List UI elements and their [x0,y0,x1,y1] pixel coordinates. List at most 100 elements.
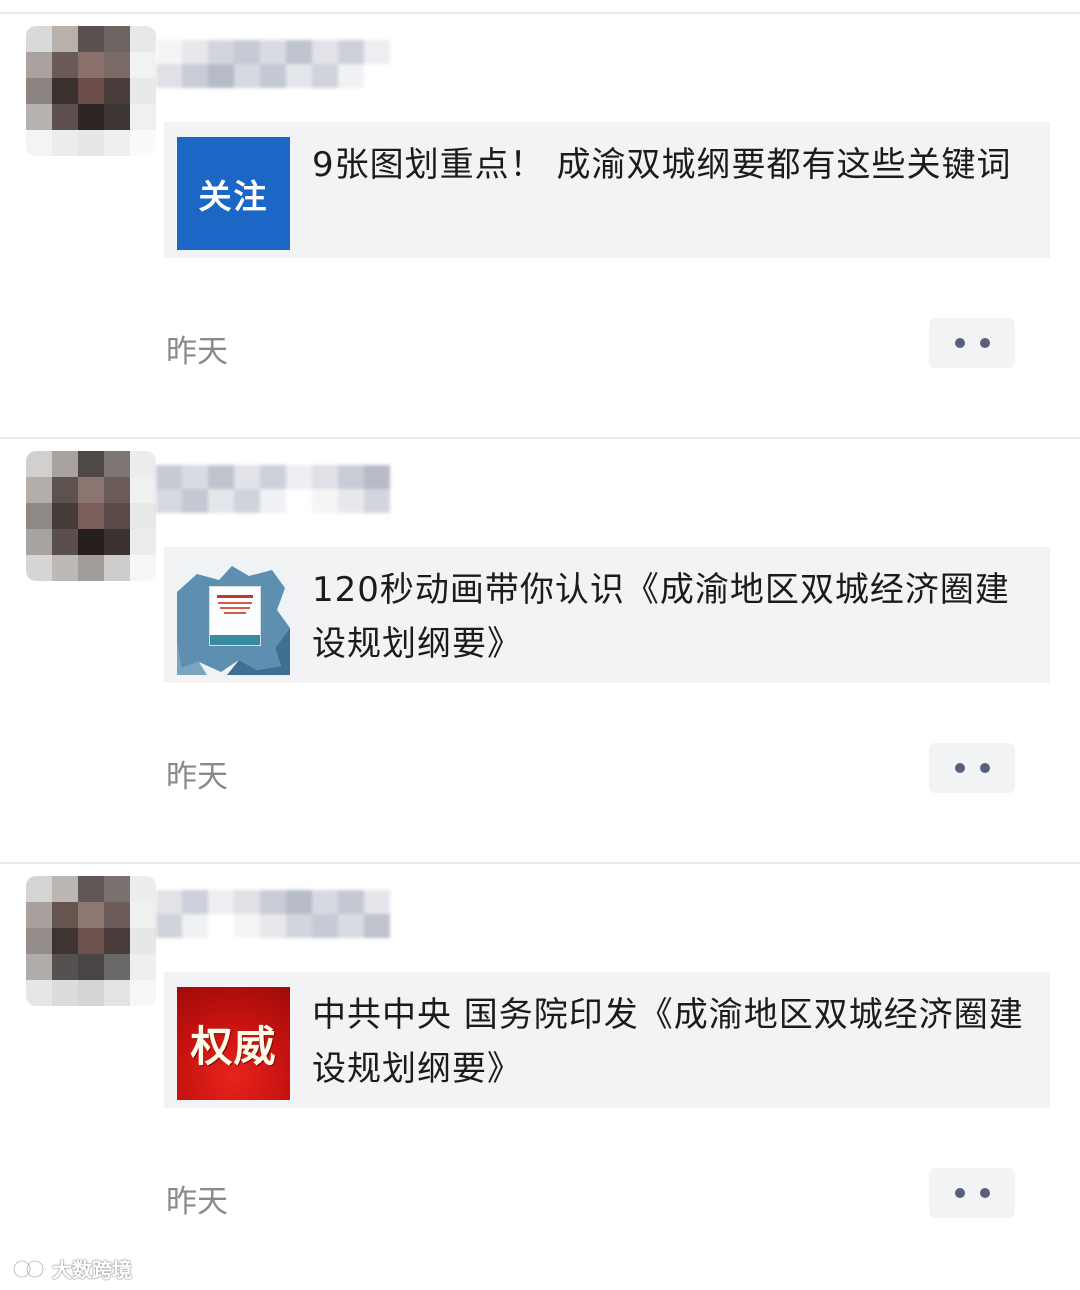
thumbnail-label: 权威 [190,1022,277,1071]
more-button[interactable] [929,1168,1015,1218]
avatar-pixel [104,78,130,104]
nickname-pixel [208,465,234,489]
avatar-pixel [130,954,156,980]
document-graphic [209,586,261,646]
avatar-pixel [26,529,52,555]
shared-article-card[interactable]: 关注 9张图划重点！ 成渝双城纲要都有这些关键词 [164,122,1050,258]
more-dots-icon [979,338,990,348]
more-dots-icon [954,338,965,348]
article-thumbnail: 权威 [177,987,290,1100]
nickname-pixel [338,890,364,914]
nickname-pixel [156,465,182,489]
nickname-pixel [182,40,208,64]
nickname-pixel [312,64,338,88]
avatar-pixel [104,52,130,78]
nickname-pixel [182,890,208,914]
avatar-pixel [104,503,130,529]
avatar-pixel [104,555,130,581]
post-item: 关注 9张图划重点！ 成渝双城纲要都有这些关键词 昨天 [0,26,1080,436]
avatar-pixel [52,902,78,928]
avatar-pixel [78,477,104,503]
avatar-pixel [104,451,130,477]
avatar-pixel [130,78,156,104]
avatar-pixel [130,104,156,130]
avatar-pixel [130,26,156,52]
avatar-pixel [52,52,78,78]
shared-article-card[interactable]: 权威 中共中央 国务院印发《成渝地区双城经济圈建设规划纲要》 [164,972,1050,1108]
avatar-pixel [104,130,130,156]
nickname-pixel [338,64,364,88]
avatar-pixel [52,954,78,980]
post-time: 昨天 [166,759,228,795]
avatar-pixel [104,104,130,130]
more-dots-icon [979,1188,990,1198]
nickname-pixel [182,465,208,489]
more-dots-icon [979,763,990,773]
nickname-blurred[interactable] [156,40,390,88]
avatar-pixel [130,52,156,78]
avatar-pixel [52,928,78,954]
avatar-pixel [52,451,78,477]
nickname-pixel [312,914,338,938]
more-button[interactable] [929,743,1015,793]
nickname-pixel [364,914,390,938]
nickname-pixel [234,64,260,88]
avatar[interactable] [26,876,156,1006]
nickname-pixel [312,465,338,489]
nickname-pixel [234,890,260,914]
post-time: 昨天 [166,1184,228,1220]
avatar-pixel [78,104,104,130]
avatar-pixel [26,130,52,156]
avatar-pixel [130,555,156,581]
nickname-pixel [234,465,260,489]
more-button[interactable] [929,318,1015,368]
avatar[interactable] [26,26,156,156]
avatar-pixel [26,503,52,529]
avatar-pixel [78,503,104,529]
avatar-pixel [52,130,78,156]
nickname-pixel [364,465,390,489]
avatar-pixel [52,503,78,529]
article-title: 9张图划重点！ 成渝双城纲要都有这些关键词 [312,145,1012,185]
nickname-pixel [208,914,234,938]
avatar-pixel [78,928,104,954]
nickname-pixel [260,40,286,64]
more-dots-icon [954,763,965,773]
nickname-pixel [260,465,286,489]
nickname-pixel [364,64,390,88]
avatar-pixel [26,902,52,928]
nickname-blurred[interactable] [156,890,390,938]
avatar-pixel [130,503,156,529]
avatar[interactable] [26,451,156,581]
watermark-logo-icon [12,1259,45,1278]
post-divider [0,437,1080,439]
avatar-pixel [130,928,156,954]
avatar-pixel [104,529,130,555]
nickname-pixel [234,40,260,64]
nickname-pixel [286,890,312,914]
nickname-blurred[interactable] [156,465,390,513]
avatar-pixel [78,78,104,104]
avatar-pixel [130,980,156,1006]
map-thumbnail [177,562,290,675]
post-divider [0,862,1080,864]
shared-article-card[interactable]: 120秒动画带你认识《成渝地区双城经济圈建设规划纲要》 [164,547,1050,683]
article-thumbnail: 关注 [177,137,290,250]
article-title: 120秒动画带你认识《成渝地区双城经济圈建设规划纲要》 [312,570,1010,664]
avatar-pixel [26,78,52,104]
nickname-pixel [234,914,260,938]
nickname-pixel [338,465,364,489]
avatar-pixel [104,954,130,980]
nickname-pixel [208,64,234,88]
nickname-pixel [312,890,338,914]
nickname-pixel [286,489,312,513]
nickname-pixel [182,489,208,513]
avatar-pixel [26,52,52,78]
nickname-pixel [286,64,312,88]
avatar-pixel [78,26,104,52]
article-title: 中共中央 国务院印发《成渝地区双城经济圈建设规划纲要》 [312,995,1024,1089]
nickname-pixel [286,914,312,938]
avatar-pixel [26,980,52,1006]
avatar-pixel [104,928,130,954]
nickname-pixel [156,489,182,513]
